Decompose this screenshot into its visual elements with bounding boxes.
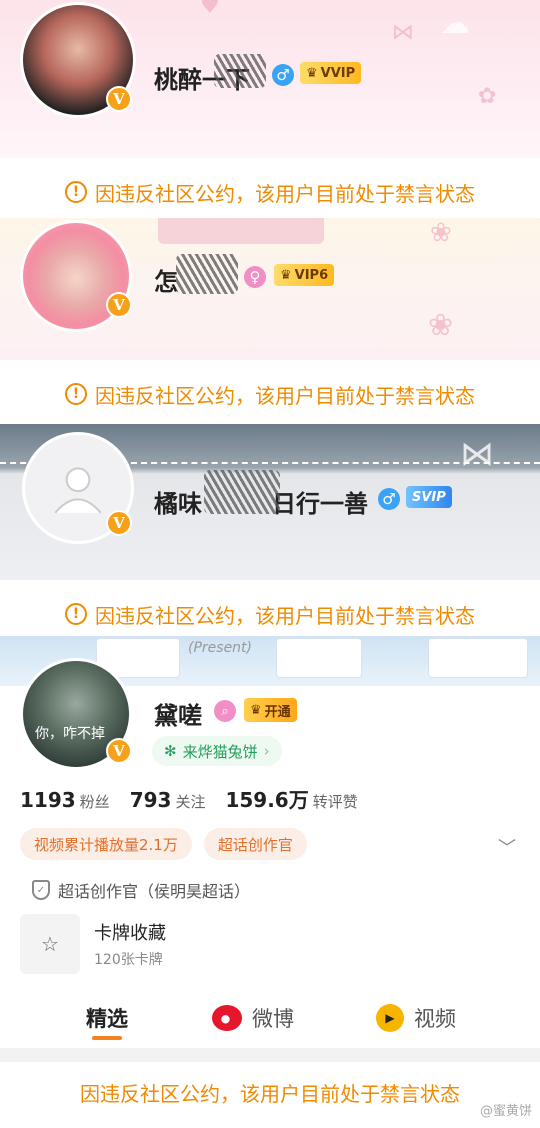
redaction-scribble [176,254,238,294]
stat-label: 转评赞 [312,793,358,811]
vip-label: VVIP [320,65,356,81]
card-collection[interactable]: ☆ 卡牌收藏 120张卡牌 [20,914,166,974]
warning-icon: ! [65,181,87,203]
vip-badge[interactable]: ♛ VIP6 [274,264,335,286]
warning-icon: ! [65,603,87,625]
username-suffix: 日行一善 [272,490,368,518]
banner-card [276,638,362,678]
stat-followers[interactable]: 1193 粉丝 [20,788,110,812]
svip-label: SVIP [412,489,446,505]
banned-notice-text: 因违反社区公约，该用户目前处于禁言状态 [95,383,475,408]
default-avatar-icon [54,467,102,514]
bow-decoration: ⋈ [392,20,414,45]
vip-badge[interactable]: SVIP [406,486,452,508]
search-icon[interactable]: ⌕ [214,700,236,722]
stat-value: 793 [129,788,172,812]
redaction-scribble [204,470,280,514]
female-icon: ♀ [244,266,266,288]
chevron-down-icon[interactable]: ﹀ [498,834,516,860]
video-icon: ▶ [376,1004,404,1032]
tag-creator[interactable]: 超话创作官 [203,828,307,860]
heart-decoration: ♥ [200,0,220,19]
profile-card-1[interactable]: ♥ ⋈ ✿ ☁ V 桃醉一下 ♂ ♛ VVIP [0,0,540,158]
section-divider [0,1048,540,1062]
tab-label: 微博 [252,1007,294,1031]
tag-video-plays[interactable]: 视频累计播放量2.1万 [20,828,192,860]
stats-row: 1193 粉丝 793 关注 159.6万 转评赞 [20,784,358,813]
verified-badge: V [106,738,132,764]
male-icon: ♂ [378,488,400,510]
verified-badge: V [106,86,132,112]
certification-row: ✓ 超话创作官（侯明昊超话） [32,878,250,902]
profile-card-3[interactable]: ⋈ V 橘味 日行一善 ♂ SVIP [0,424,540,580]
open-vip-button[interactable]: ♛ 开通 [244,698,297,722]
username-prefix: 橘味 [154,490,202,518]
card-collection-count: 120张卡牌 [94,952,163,968]
tab-label: 精选 [86,1007,128,1031]
snowflake-icon: ✻ [164,742,177,760]
pig-decoration: ❀ [430,218,452,248]
open-vip-label: 开通 [264,704,291,720]
stat-following[interactable]: 793 关注 [130,788,206,812]
tab-featured[interactable]: 精选 [86,1003,128,1033]
paw-decoration: ✿ [478,84,497,109]
warning-icon: ! [65,383,87,405]
tab-video[interactable]: ▶ 视频 [376,1003,456,1033]
bow-decoration: ⋈ [460,434,494,474]
avatar-caption: 你，咋不掉 [35,726,105,742]
banned-notice: 因违反社区公约，该用户目前处于禁言状态 [0,1062,540,1122]
profile-tabs: 精选 微博 ▶ 视频 [0,992,540,1044]
username: 怎 [154,268,178,296]
shield-icon: ✓ [32,880,50,900]
tab-weibo[interactable]: 微博 [212,1003,294,1033]
watermark: @蜜黄饼 [479,1104,532,1119]
cloud-decoration: ☁ [440,6,470,41]
sponsor-chip[interactable]: ✻ 来烨猫兔饼 › [152,736,282,766]
tag-row: 视频累计播放量2.1万 超话创作官 [20,828,307,860]
profile-card-2[interactable]: ❀ ❀ V 怎 ♀ ♛ VIP6 [0,218,540,360]
banned-notice-text: 因违反社区公约，该用户目前处于禁言状态 [80,1081,460,1106]
stat-value: 1193 [20,788,76,812]
redaction-scribble [214,54,266,88]
vip-label: VIP6 [294,267,329,283]
card-collection-title: 卡牌收藏 [94,923,166,944]
crown-icon: ♛ [250,702,262,718]
pig-decoration: ❀ [428,308,454,343]
banner-ribbon [158,218,324,244]
stat-value: 159.6万 [225,788,309,812]
stat-label: 粉丝 [79,793,110,811]
sponsor-label: 来烨猫兔饼 [182,742,258,761]
banned-notice: ! 因违反社区公约，该用户目前处于禁言状态 [0,160,540,224]
male-icon: ♂ [272,64,294,86]
banned-notice-text: 因违反社区公约，该用户目前处于禁言状态 [95,603,475,628]
verified-badge: V [106,292,132,318]
weibo-icon [212,1005,242,1031]
crown-icon: ♛ [280,267,292,283]
vip-badge[interactable]: ♛ VVIP [300,62,362,84]
chevron-right-icon: › [263,742,270,760]
stat-label: 关注 [175,793,206,811]
verified-badge: V [106,510,132,536]
banned-notice: ! 因违反社区公约，该用户目前处于禁言状态 [0,362,540,426]
card-collection-icon: ☆ [20,914,80,974]
banner-card [428,638,528,678]
crown-icon: ♛ [306,65,318,81]
active-tab-indicator [92,1036,122,1040]
banner-text: (Present) [188,640,253,656]
banned-notice-text: 因违反社区公约，该用户目前处于禁言状态 [95,181,475,206]
certification-text: 超话创作官（侯明昊超话） [58,882,251,901]
tab-label: 视频 [414,1007,456,1031]
stat-reposts-likes[interactable]: 159.6万 转评赞 [225,784,357,813]
username: 黛嗟 [154,702,202,730]
